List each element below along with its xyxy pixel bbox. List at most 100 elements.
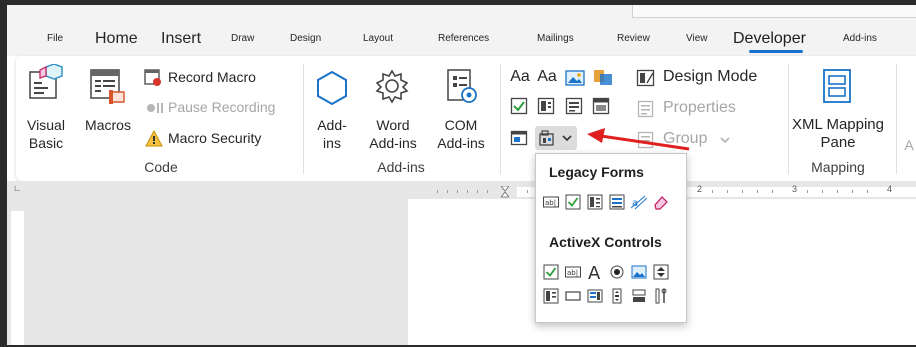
title-bar [7,5,916,22]
document-area: ∟ 1 2 3 4 [7,181,916,347]
pause-recording-icon [146,100,164,118]
record-macro-icon [144,69,162,87]
activex-image-icon[interactable] [631,264,647,280]
rich-text-content-control-button[interactable]: Aa [510,68,530,86]
activex-option-button-icon[interactable] [609,264,625,280]
svg-text:ab|: ab| [545,199,556,207]
tab-view[interactable]: View [686,22,708,56]
word-addins-label-line1: Word [376,117,410,133]
warning-icon [145,129,163,148]
macros-label: Macros [85,117,131,133]
xml-mapping-label-line2: Pane [820,134,856,151]
design-mode-label: Design Mode [663,68,758,85]
tab-layout[interactable]: Layout [363,22,393,56]
tab-addins[interactable]: Add-ins [843,22,877,56]
word-addins-button[interactable]: Word Add-ins [362,116,424,152]
xml-mapping-pane-button[interactable]: XML Mapping Pane [788,116,888,152]
addins-label-line1: Add- [317,117,347,133]
visual-basic-label-line2: Basic [28,135,64,151]
date-picker-content-control-icon[interactable] [592,97,610,115]
macros-icon [88,66,128,106]
chevron-down-icon [720,137,730,144]
ribbon-panel: Visual Basic Macros Record Macro Pause R… [16,56,916,181]
tab-home[interactable]: Home [95,22,138,56]
activex-toggle-button-icon[interactable] [631,288,647,304]
word-addins-label-line2: Add-ins [369,135,417,151]
visual-basic-button[interactable]: Visual Basic [24,116,68,152]
word-window: File Home Insert Draw Design Layout Refe… [0,0,916,347]
activex-list-box-icon[interactable] [587,288,603,304]
com-addins-icon [444,68,480,106]
properties-label: Properties [663,99,736,116]
active-tab-indicator [749,50,803,53]
macro-security-label: Macro Security [168,130,262,146]
dropdown-list-content-control-icon[interactable] [565,97,583,115]
legacy-drop-down-icon[interactable] [587,194,603,210]
tab-review[interactable]: Review [617,22,650,56]
annotation-arrow-icon [587,128,690,151]
building-block-gallery-icon[interactable] [592,67,614,87]
combo-box-content-control-icon[interactable] [537,97,555,115]
com-addins-button[interactable]: COM Add-ins [428,116,494,152]
activex-command-button-icon[interactable] [565,288,581,304]
activex-spin-button-icon[interactable] [653,264,669,280]
group-separator [303,64,304,174]
legacy-form-field-shading-icon[interactable]: a [630,194,648,210]
tab-references[interactable]: References [438,22,489,56]
legacy-tools-button[interactable] [535,126,577,150]
horizontal-ruler: ∟ 1 2 3 4 [7,183,916,199]
repeating-section-content-control-icon[interactable] [510,129,528,147]
addins-label-line2: ins [323,135,341,151]
addins-hexagon-icon [314,70,350,106]
indent-marker-icon[interactable] [500,185,510,198]
legacy-text-field-icon[interactable]: ab| [543,194,559,210]
legacy-frame-icon[interactable] [609,194,625,210]
tab-file[interactable]: File [47,22,63,56]
design-mode-icon [636,68,656,88]
ruler-number: 3 [792,184,798,194]
group-separator [500,64,501,174]
svg-text:ab|: ab| [567,269,578,277]
pause-recording-label: Pause Recording [168,99,276,115]
activex-controls-heading: ActiveX Controls [549,234,662,250]
ruler-number: 2 [697,184,703,194]
more-controls-tools-icon[interactable] [653,288,669,304]
group-separator [896,64,897,174]
tab-selector-icon[interactable]: ∟ [13,183,22,193]
window-left-border [0,0,7,347]
checkbox-content-control-icon[interactable] [510,97,528,115]
tab-mailings[interactable]: Mailings [537,22,574,56]
properties-icon [637,100,655,118]
visual-basic-icon [26,63,66,104]
activex-scroll-bar-icon[interactable] [609,288,625,304]
eraser-icon[interactable] [653,194,669,210]
legacy-tools-icon [539,130,554,146]
com-addins-label-line2: Add-ins [437,135,485,151]
com-addins-label-line1: COM [444,117,478,133]
activex-combo-box-icon[interactable] [543,288,559,304]
activex-text-box-icon[interactable]: ab| [565,264,581,280]
next-group-partial: A [904,137,914,153]
tab-draw[interactable]: Draw [231,22,254,56]
ruler-number: 4 [887,184,893,194]
group-label-addins: Add-ins [377,159,425,175]
activex-check-box-icon[interactable] [543,264,559,280]
legacy-forms-heading: Legacy Forms [549,164,644,180]
title-bar-search-area [632,5,916,18]
tab-design[interactable]: Design [290,22,321,56]
gear-icon [374,68,410,104]
record-macro-label: Record Macro [168,69,256,85]
svg-text:A: A [588,263,601,282]
tab-insert[interactable]: Insert [161,22,201,56]
plain-text-content-control-button[interactable]: Aa [537,68,557,86]
picture-content-control-icon[interactable] [565,69,585,87]
chevron-down-icon [562,135,572,142]
xml-mapping-pane-icon [820,68,856,104]
visual-basic-label-line1: Visual [27,117,65,133]
vertical-ruler [7,199,29,347]
group-label-mapping: Mapping [811,159,865,175]
addins-button[interactable]: Add- ins [312,116,352,152]
legacy-check-box-icon[interactable] [565,194,581,210]
macros-button[interactable]: Macros [80,116,136,134]
activex-label-icon[interactable]: A [587,262,605,284]
